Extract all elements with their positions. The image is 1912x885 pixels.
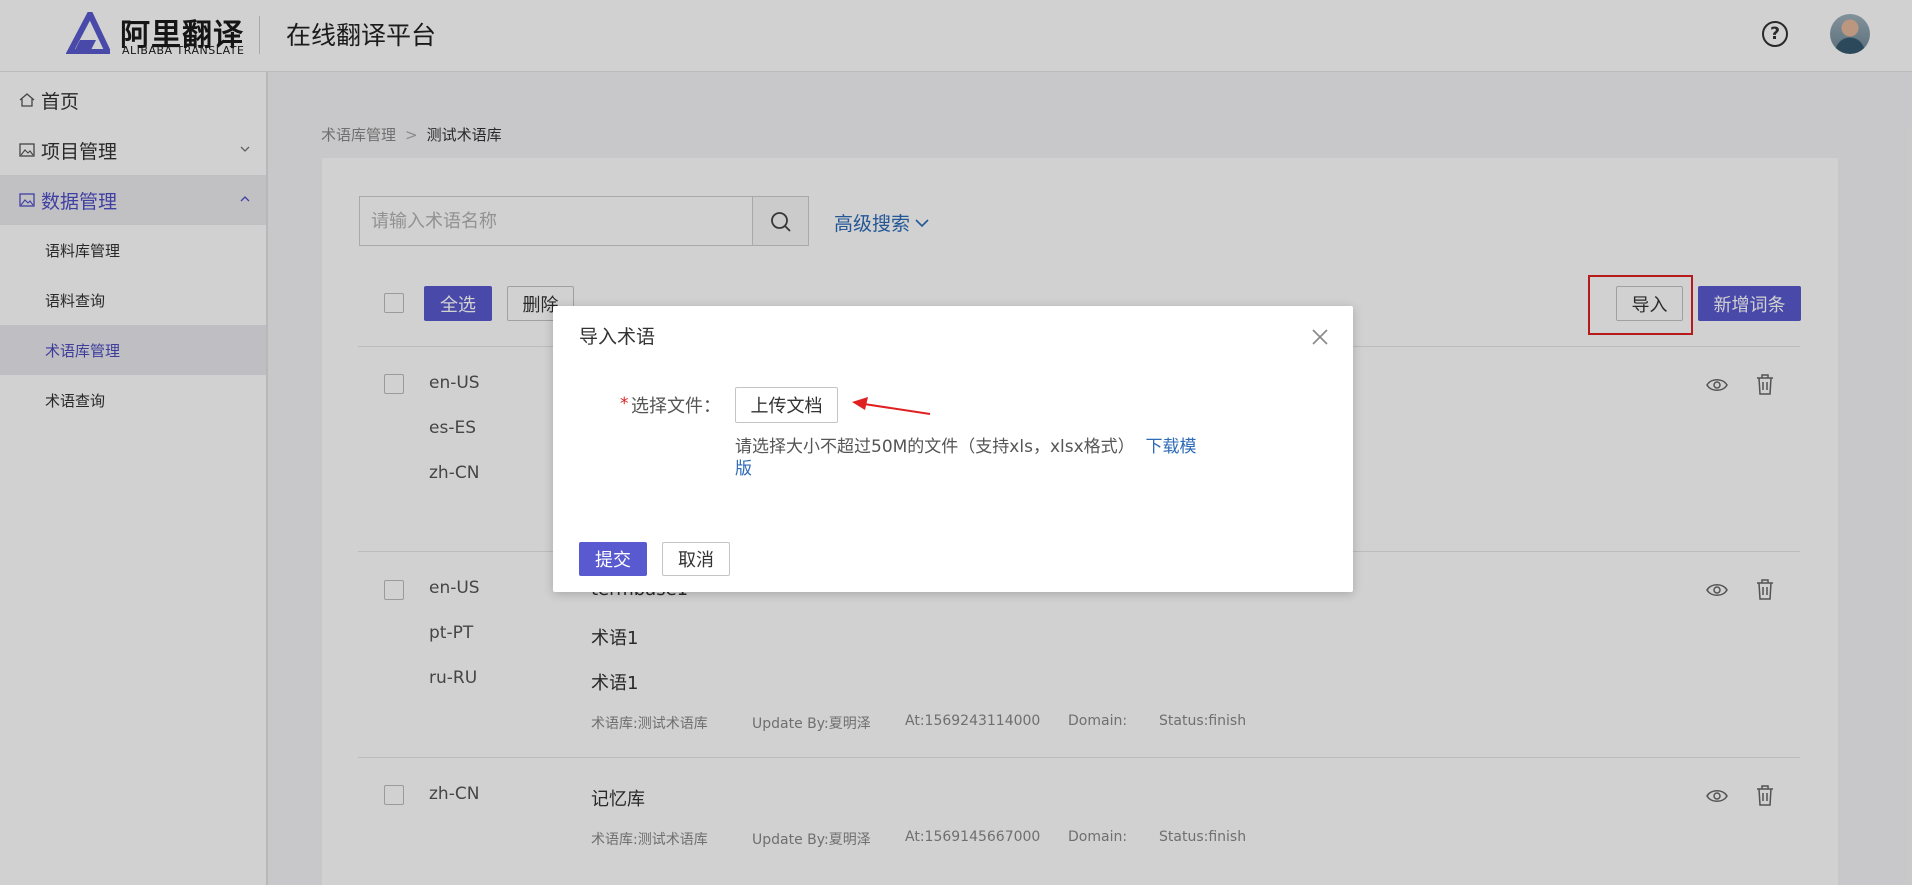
import-terms-modal: 导入术语 * 选择文件： 上传文档 请选择大小不超过50M的文件（支持xls，x… (553, 306, 1353, 592)
submit-button[interactable]: 提交 (579, 542, 647, 576)
required-mark: * (620, 394, 629, 414)
upload-document-button[interactable]: 上传文档 (735, 387, 838, 423)
select-file-label: 选择文件： (631, 396, 721, 417)
upload-hint: 请选择大小不超过50M的文件（支持xls，xlsx格式） 下载模版 (735, 436, 1205, 480)
cancel-button[interactable]: 取消 (662, 542, 730, 576)
modal-title: 导入术语 (579, 326, 656, 348)
annotation-arrow (852, 397, 931, 415)
upload-hint-text: 请选择大小不超过50M的文件（支持xls，xlsx格式） (735, 437, 1135, 457)
close-icon[interactable] (1311, 328, 1329, 346)
